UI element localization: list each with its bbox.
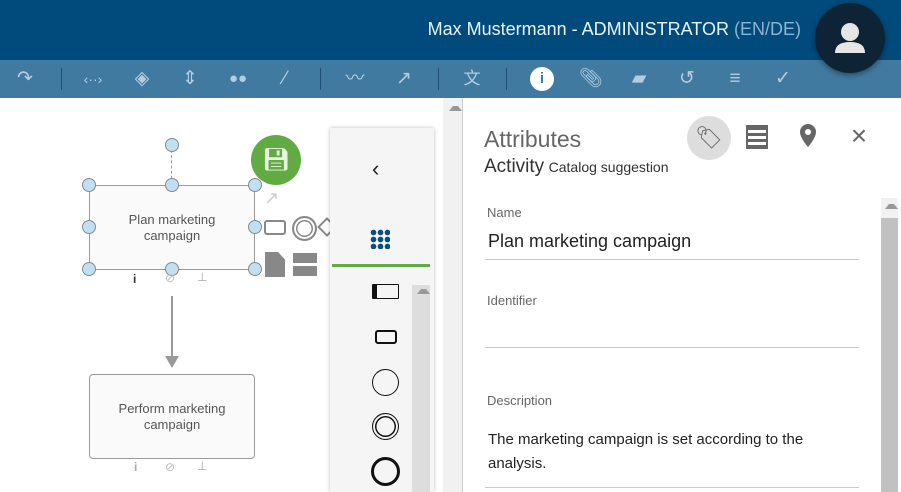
name-field[interactable]: Plan marketing campaign (488, 231, 691, 252)
end-event-shape[interactable] (371, 457, 400, 486)
start-event-shape[interactable] (372, 369, 399, 396)
resize-handle[interactable] (248, 220, 262, 234)
palette-scrollbar[interactable] (412, 285, 430, 492)
tag-icon[interactable]: 🏷︎ (687, 116, 731, 160)
info-icon[interactable]: i (134, 460, 137, 474)
panel-scrollbar[interactable] (881, 198, 898, 492)
canvas-scrollbar[interactable] (443, 98, 463, 492)
panel-subtitle: Activity Catalog suggestion (484, 156, 669, 178)
comments-icon[interactable]: ▰ (625, 66, 653, 92)
resize-handle[interactable] (248, 262, 262, 276)
activity-node[interactable]: Plan marketing campaign (89, 185, 255, 270)
node-label: Perform marketing campaign (118, 400, 226, 432)
translate-icon[interactable]: 文A (458, 66, 486, 114)
resize-handle[interactable] (248, 178, 262, 192)
magic-wand-icon[interactable]: ⁄ (271, 66, 299, 92)
resize-handle[interactable] (82, 262, 96, 276)
attachment-icon[interactable]: 📎︎ (577, 66, 605, 92)
field-underline (485, 259, 859, 260)
info-icon[interactable]: i (133, 272, 136, 286)
attachment-icon[interactable]: ⊘ (165, 460, 175, 474)
save-icon: 💾︎ (262, 147, 290, 172)
connector-line[interactable] (171, 296, 173, 358)
description-field[interactable]: The marketing campaign is set according … (488, 428, 858, 476)
user-icon (835, 23, 865, 53)
divider (506, 68, 507, 90)
shape-palette: ‹ (330, 128, 434, 492)
attachment-icon[interactable]: ⊘ (165, 271, 175, 285)
divider (61, 68, 62, 90)
identifier-label: Identifier (487, 293, 537, 308)
resize-handle[interactable] (82, 220, 96, 234)
toolbar: ↷ ‹··› ◈ ⇕ ●● ⁄ 〰 ↗ 文A i 📎︎ ▰ ↺ ≡ ✓ (0, 60, 901, 114)
app-header: Max Mustermann - ADMINISTRATOR (EN/DE) (0, 0, 901, 60)
intermediate-event-shape[interactable] (372, 413, 399, 440)
divider (438, 68, 439, 90)
active-tab-indicator (332, 264, 430, 267)
trending-icon[interactable]: ↗ (264, 188, 279, 209)
object-type: Activity (484, 156, 545, 177)
add-event-shape[interactable] (292, 216, 317, 241)
collapse-chevron-icon[interactable]: ‹ (372, 156, 379, 182)
grid-icon[interactable] (370, 229, 390, 249)
save-button[interactable]: 💾︎ (251, 135, 301, 185)
task-shape[interactable] (375, 330, 397, 344)
hierarchy-icon[interactable]: ⊥ (197, 459, 207, 473)
user-info[interactable]: Max Mustermann - ADMINISTRATOR (EN/DE) (428, 19, 801, 40)
pool-shape[interactable] (372, 284, 399, 299)
scrollbar-thumb[interactable] (881, 218, 898, 492)
location-pin-icon[interactable] (798, 123, 818, 147)
trending-icon[interactable]: ↗ (390, 66, 418, 92)
history-icon[interactable]: ↺ (673, 66, 701, 92)
distribute-icon[interactable]: ●● (224, 66, 252, 92)
object-subtype: Catalog suggestion (548, 159, 669, 175)
language-indicator[interactable]: (EN/DE) (734, 19, 801, 39)
close-icon[interactable]: × (847, 122, 871, 150)
name-label: Name (487, 205, 522, 220)
line-chart-icon[interactable]: 〰 (341, 66, 369, 92)
attributes-panel: Attributes Activity Catalog suggestion 🏷… (465, 98, 901, 492)
align-icon[interactable]: ⇕ (176, 66, 204, 92)
add-task-shape[interactable] (264, 220, 286, 235)
field-underline (485, 487, 859, 488)
field-underline (485, 347, 859, 348)
arrow-head (165, 356, 179, 368)
divider (320, 68, 321, 90)
panel-title: Attributes (484, 126, 582, 152)
document-icon[interactable] (265, 252, 285, 277)
user-name: Max Mustermann - ADMINISTRATOR (427, 19, 729, 39)
list-icon[interactable] (746, 125, 768, 149)
resize-handle[interactable] (165, 178, 179, 192)
node-label: Plan marketing campaign (128, 211, 216, 243)
connector-icon[interactable]: ‹··› (79, 66, 107, 92)
description-label: Description (487, 393, 553, 408)
redo-icon[interactable]: ↷ (11, 66, 39, 92)
rotate-handle[interactable] (165, 138, 179, 152)
resize-handle[interactable] (82, 178, 96, 192)
avatar-button[interactable] (815, 3, 885, 73)
filter-icon[interactable]: ≡ (721, 66, 749, 92)
activity-node[interactable]: Perform marketing campaign (89, 374, 255, 459)
identifier-field[interactable] (488, 319, 858, 343)
hierarchy-icon[interactable]: ⊥ (197, 270, 207, 284)
datastore-icon[interactable] (293, 253, 317, 276)
check-icon[interactable]: ✓ (769, 66, 797, 92)
info-icon[interactable]: i (530, 67, 554, 91)
layers-icon[interactable]: ◈ (128, 66, 156, 92)
